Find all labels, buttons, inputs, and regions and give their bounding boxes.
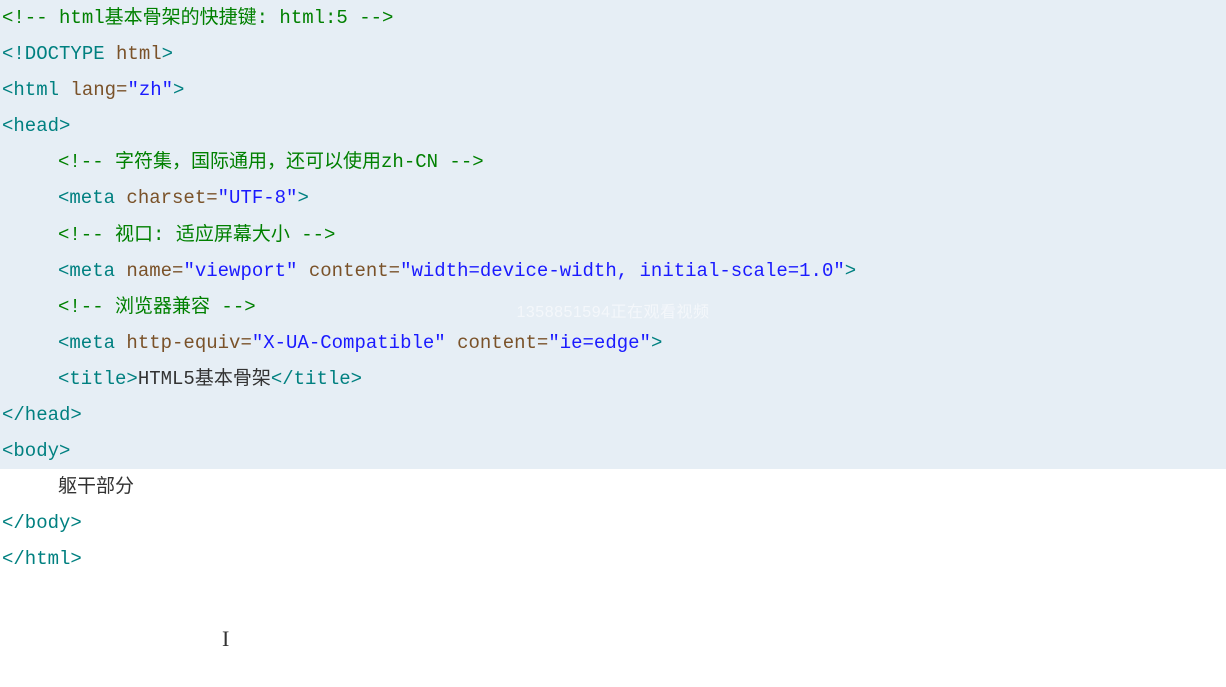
code-line: <head> [0, 108, 1226, 144]
code-line: </head> [0, 397, 1226, 433]
comment-text: <!-- html基本骨架的快捷键: html:5 --> [2, 7, 393, 29]
code-line: <!-- html基本骨架的快捷键: html:5 --> [0, 0, 1226, 36]
code-line: <body> [0, 433, 1226, 469]
code-line: <!-- 字符集，国际通用，还可以使用zh-CN --> [0, 144, 1226, 180]
code-line: </body> [0, 505, 1226, 541]
code-line: 躯干部分 [0, 469, 1226, 505]
code-line: <html lang="zh"> [0, 72, 1226, 108]
code-line: <!DOCTYPE html> [0, 36, 1226, 72]
code-line: <meta http-equiv="X-UA-Compatible" conte… [0, 325, 1226, 361]
code-editor[interactable]: <!-- html基本骨架的快捷键: html:5 --> <!DOCTYPE … [0, 0, 1226, 687]
code-line: <meta charset="UTF-8"> [0, 180, 1226, 216]
code-line: </html> [0, 541, 1226, 577]
code-line: <title>HTML5基本骨架</title> [0, 361, 1226, 397]
code-line: <!-- 浏览器兼容 --> [0, 289, 1226, 325]
code-line: <meta name="viewport" content="width=dev… [0, 253, 1226, 289]
code-line: <!-- 视口: 适应屏幕大小 --> [0, 217, 1226, 253]
